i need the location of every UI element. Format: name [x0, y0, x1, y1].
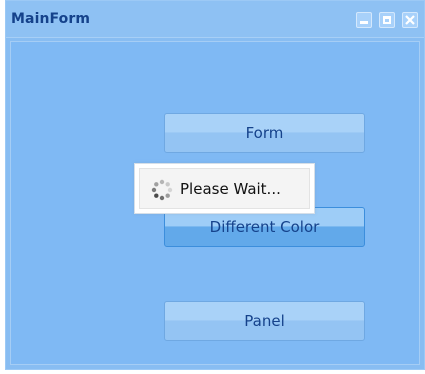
please-wait-text: Please Wait...	[180, 180, 281, 198]
minimize-icon	[360, 21, 368, 24]
close-button[interactable]	[402, 12, 418, 28]
please-wait-body: Please Wait...	[139, 168, 310, 209]
please-wait-popup: Please Wait...	[134, 163, 315, 214]
maximize-button[interactable]	[379, 12, 395, 28]
spinner-icon	[151, 179, 173, 201]
title-bar[interactable]: MainForm	[6, 1, 424, 38]
window-title: MainForm	[11, 11, 91, 27]
form-button[interactable]: Form	[164, 113, 365, 153]
maximize-icon	[383, 16, 391, 24]
panel-button[interactable]: Panel	[164, 301, 365, 341]
minimize-button[interactable]	[356, 12, 372, 28]
close-icon	[405, 15, 415, 25]
